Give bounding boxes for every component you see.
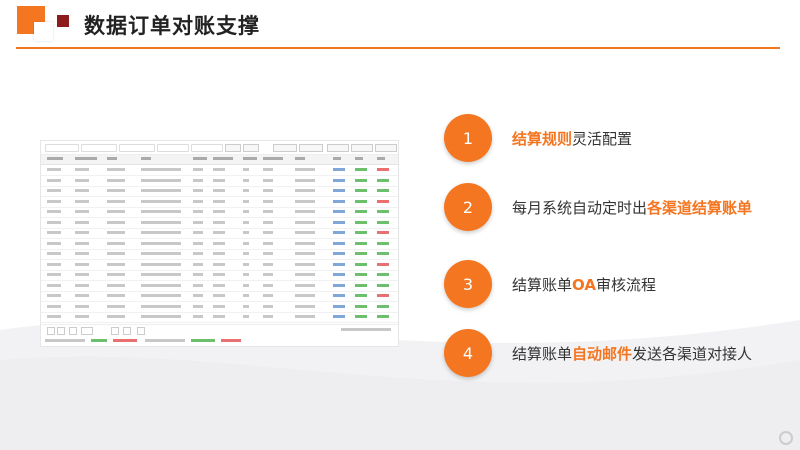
step-number-3: 3 <box>444 260 492 308</box>
step-text-part: 审核流程 <box>595 276 656 294</box>
table-row <box>41 270 398 281</box>
logo-red-square <box>57 15 69 27</box>
step-number-text: 2 <box>462 197 474 217</box>
step-text-part: 每月系统自动定时出 <box>512 199 648 217</box>
step-number-1: 1 <box>444 114 492 162</box>
table-row <box>41 176 398 187</box>
batch-reject-button <box>299 144 323 152</box>
filter-field <box>191 144 223 152</box>
table-row <box>41 228 398 239</box>
step-number-2: 2 <box>444 183 492 231</box>
table-header <box>41 155 398 165</box>
step-number-text: 3 <box>462 274 474 294</box>
step-text-2: 每月系统自动定时出各渠道结算账单 <box>512 197 752 218</box>
table-row <box>41 239 398 250</box>
table-row <box>41 197 398 208</box>
summary-footer <box>41 337 398 345</box>
table-row <box>41 186 398 197</box>
table-row <box>41 260 398 271</box>
step-highlight: OA <box>572 276 596 294</box>
step-number-text: 4 <box>462 343 474 363</box>
step-highlight: 各渠道结算账单 <box>647 199 753 217</box>
table-row <box>41 291 398 302</box>
step-number-text: 1 <box>462 128 474 148</box>
title-underline <box>16 47 780 49</box>
filter-field <box>119 144 155 152</box>
pagination <box>41 324 398 335</box>
filter-field <box>157 144 189 152</box>
table-row <box>41 302 398 313</box>
step-text-part: 发送各渠道对接人 <box>632 345 753 363</box>
date-filter <box>45 144 79 152</box>
filter-field <box>81 144 117 152</box>
table-row <box>41 165 398 176</box>
table-row <box>41 249 398 260</box>
batch-approve-button <box>273 144 297 152</box>
watermark-icon <box>779 431 793 445</box>
action-button <box>327 144 349 152</box>
step-text-part: 灵活配置 <box>572 130 633 148</box>
step-number-4: 4 <box>444 329 492 377</box>
export-button <box>375 144 397 152</box>
step-text-4: 结算账单自动邮件发送各渠道对接人 <box>512 343 752 364</box>
reset-button <box>243 144 259 152</box>
search-button <box>225 144 241 152</box>
slide-title: 数据订单对账支撑 <box>84 14 260 38</box>
filter-bar <box>41 141 398 155</box>
step-text-part: 结算账单 <box>512 345 573 363</box>
order-table-screenshot <box>40 140 399 347</box>
step-highlight: 结算规则 <box>512 130 573 148</box>
table-row <box>41 218 398 229</box>
action-button <box>351 144 373 152</box>
step-text-part: 结算账单 <box>512 276 573 294</box>
step-text-3: 结算账单OA审核流程 <box>512 274 656 295</box>
step-text-1: 结算规则灵活配置 <box>512 128 632 149</box>
step-highlight: 自动邮件 <box>572 345 633 363</box>
table-row <box>41 312 398 323</box>
logo-white-square <box>34 22 53 41</box>
table-row <box>41 207 398 218</box>
table-row <box>41 281 398 292</box>
